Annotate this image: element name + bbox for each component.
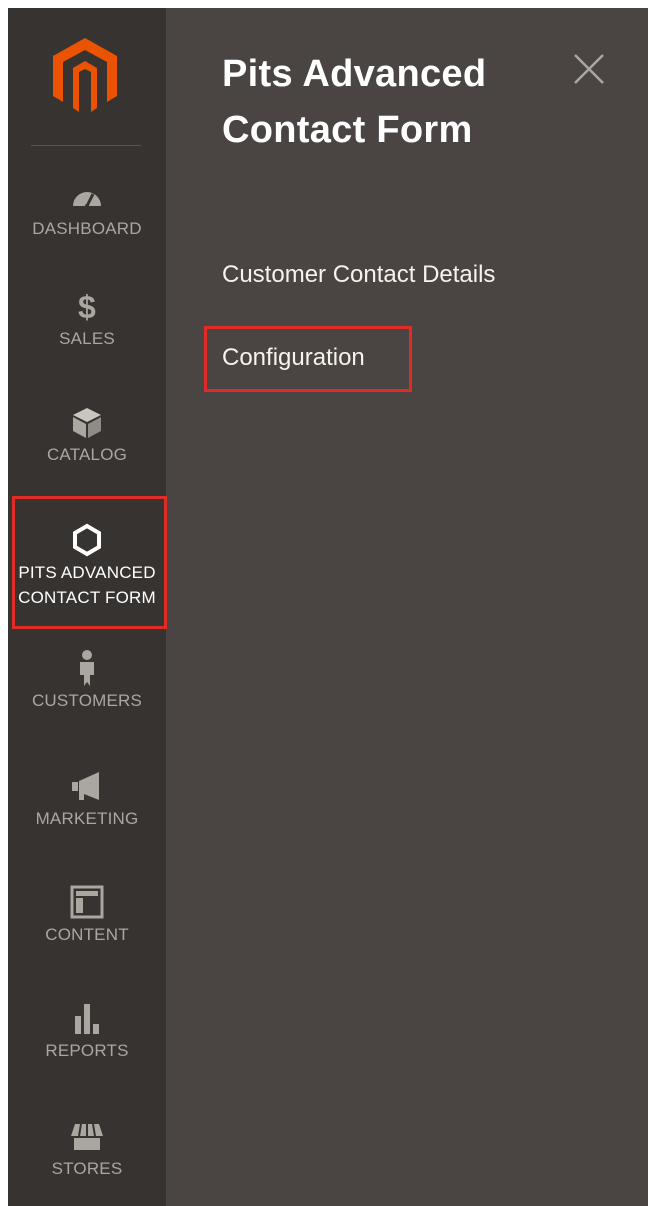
admin-menu-frame: DASHBOARD $ SALES CATALOG PITS ADVANCED …	[8, 8, 648, 1206]
bar-chart-icon	[75, 1004, 99, 1034]
panel-title: Pits Advanced Contact Form	[222, 46, 562, 158]
sidebar-item-label: CONTENT	[45, 925, 129, 944]
sidebar-item-customers[interactable]: CUSTOMERS	[8, 648, 166, 713]
box-icon	[73, 408, 101, 438]
sidebar-item-sales[interactable]: $ SALES	[8, 286, 166, 351]
sidebar-item-label: SALES	[59, 329, 115, 348]
sidebar-item-label: REPORTS	[45, 1041, 129, 1060]
active-item-highlight	[12, 496, 167, 629]
configuration-highlight	[204, 326, 412, 392]
sidebar-item-content[interactable]: CONTENT	[8, 882, 166, 947]
sidebar-item-reports[interactable]: REPORTS	[8, 998, 166, 1063]
panel-title-line1: Pits Advanced	[222, 53, 487, 95]
magento-logo-icon[interactable]	[51, 36, 119, 116]
gauge-icon	[73, 192, 101, 208]
close-icon[interactable]	[572, 52, 606, 86]
sidebar-item-label: DASHBOARD	[32, 219, 142, 238]
panel-title-line2: Contact Form	[222, 109, 473, 151]
sidebar-item-label: CUSTOMERS	[31, 691, 143, 710]
storefront-icon	[71, 1123, 103, 1150]
submenu-item-customer-contact-details[interactable]: Customer Contact Details	[222, 258, 495, 292]
sidebar-item-catalog[interactable]: CATALOG	[8, 402, 166, 467]
dollar-icon: $	[78, 289, 96, 325]
sidebar-item-dashboard[interactable]: DASHBOARD	[8, 176, 166, 241]
layout-icon	[70, 885, 104, 919]
logo-divider	[31, 145, 141, 146]
sidebar-item-stores[interactable]: STORES	[8, 1116, 166, 1181]
sidebar-item-label: MARKETING	[35, 809, 139, 828]
sidebar-item-label: CATALOG	[46, 445, 128, 464]
sidebar: DASHBOARD $ SALES CATALOG PITS ADVANCED …	[8, 8, 167, 1206]
sidebar-item-label: STORES	[51, 1159, 123, 1178]
svg-text:$: $	[78, 289, 96, 325]
megaphone-icon	[72, 772, 99, 800]
person-icon	[80, 650, 94, 686]
sidebar-item-marketing[interactable]: MARKETING	[8, 766, 166, 831]
